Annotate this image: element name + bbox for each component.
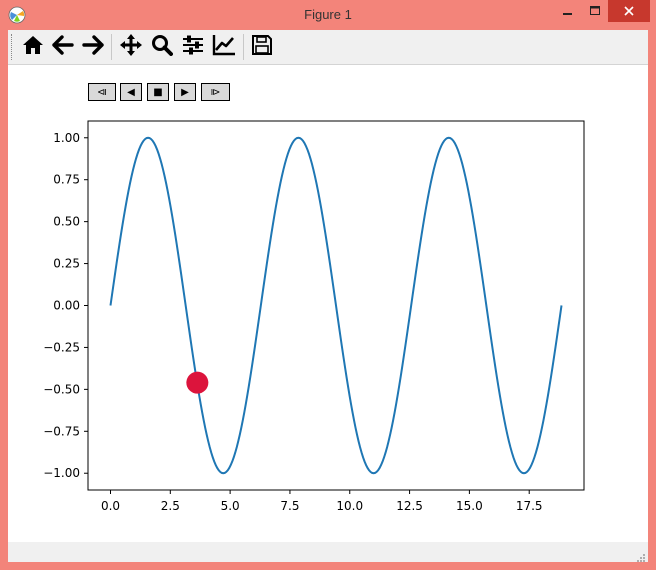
y-tick-label: 0.00 (53, 299, 80, 313)
resize-grip-icon[interactable] (636, 550, 646, 562)
x-axis: 0.0 2.5 5.0 7.5 10.0 12.5 15.0 17.5 (101, 490, 543, 513)
x-tick-label: 0.0 (101, 499, 120, 513)
maximize-button[interactable] (582, 0, 608, 22)
figure-window: Figure 1 0.0 2.5 5.0 7.5 10.0 12.5 15.0 … (0, 0, 656, 570)
y-tick-label: −0.50 (43, 382, 80, 396)
x-tick-label: 17.5 (516, 499, 543, 513)
y-axis: 1.00 0.75 0.50 0.25 0.00 −0.25 −0.50 −0.75 −1.00 (43, 131, 88, 480)
y-tick-label: 0.75 (53, 173, 80, 187)
y-tick-label: 1.00 (53, 131, 80, 145)
step-back-button[interactable]: ⧏ (88, 83, 116, 101)
y-tick-label: −0.25 (43, 340, 80, 354)
x-tick-label: 5.0 (221, 499, 240, 513)
stop-button[interactable]: ■ (147, 83, 169, 101)
minimize-button[interactable] (553, 0, 583, 22)
close-button[interactable] (608, 0, 650, 22)
title-bar[interactable]: Figure 1 (0, 0, 656, 30)
status-bar (8, 542, 648, 562)
y-tick-label: 0.50 (53, 215, 80, 229)
y-tick-label: 0.25 (53, 257, 80, 271)
play-backward-button[interactable]: ◀ (120, 83, 142, 101)
plot-canvas[interactable]: 0.0 2.5 5.0 7.5 10.0 12.5 15.0 17.5 1.00 0.75 0.5… (8, 30, 648, 542)
animated-point-marker (186, 371, 209, 394)
y-tick-label: −1.00 (43, 466, 80, 480)
x-tick-label: 2.5 (161, 499, 180, 513)
figure-canvas-area: 0.0 2.5 5.0 7.5 10.0 12.5 15.0 17.5 1.00 0.75 0.5… (8, 30, 648, 562)
step-forward-button[interactable]: ⧐ (201, 83, 230, 101)
x-tick-label: 7.5 (280, 499, 299, 513)
x-tick-label: 12.5 (396, 499, 423, 513)
play-forward-button[interactable]: ▶ (174, 83, 196, 101)
x-tick-label: 10.0 (336, 499, 363, 513)
y-tick-label: −0.75 (43, 424, 80, 438)
x-tick-label: 15.0 (456, 499, 483, 513)
